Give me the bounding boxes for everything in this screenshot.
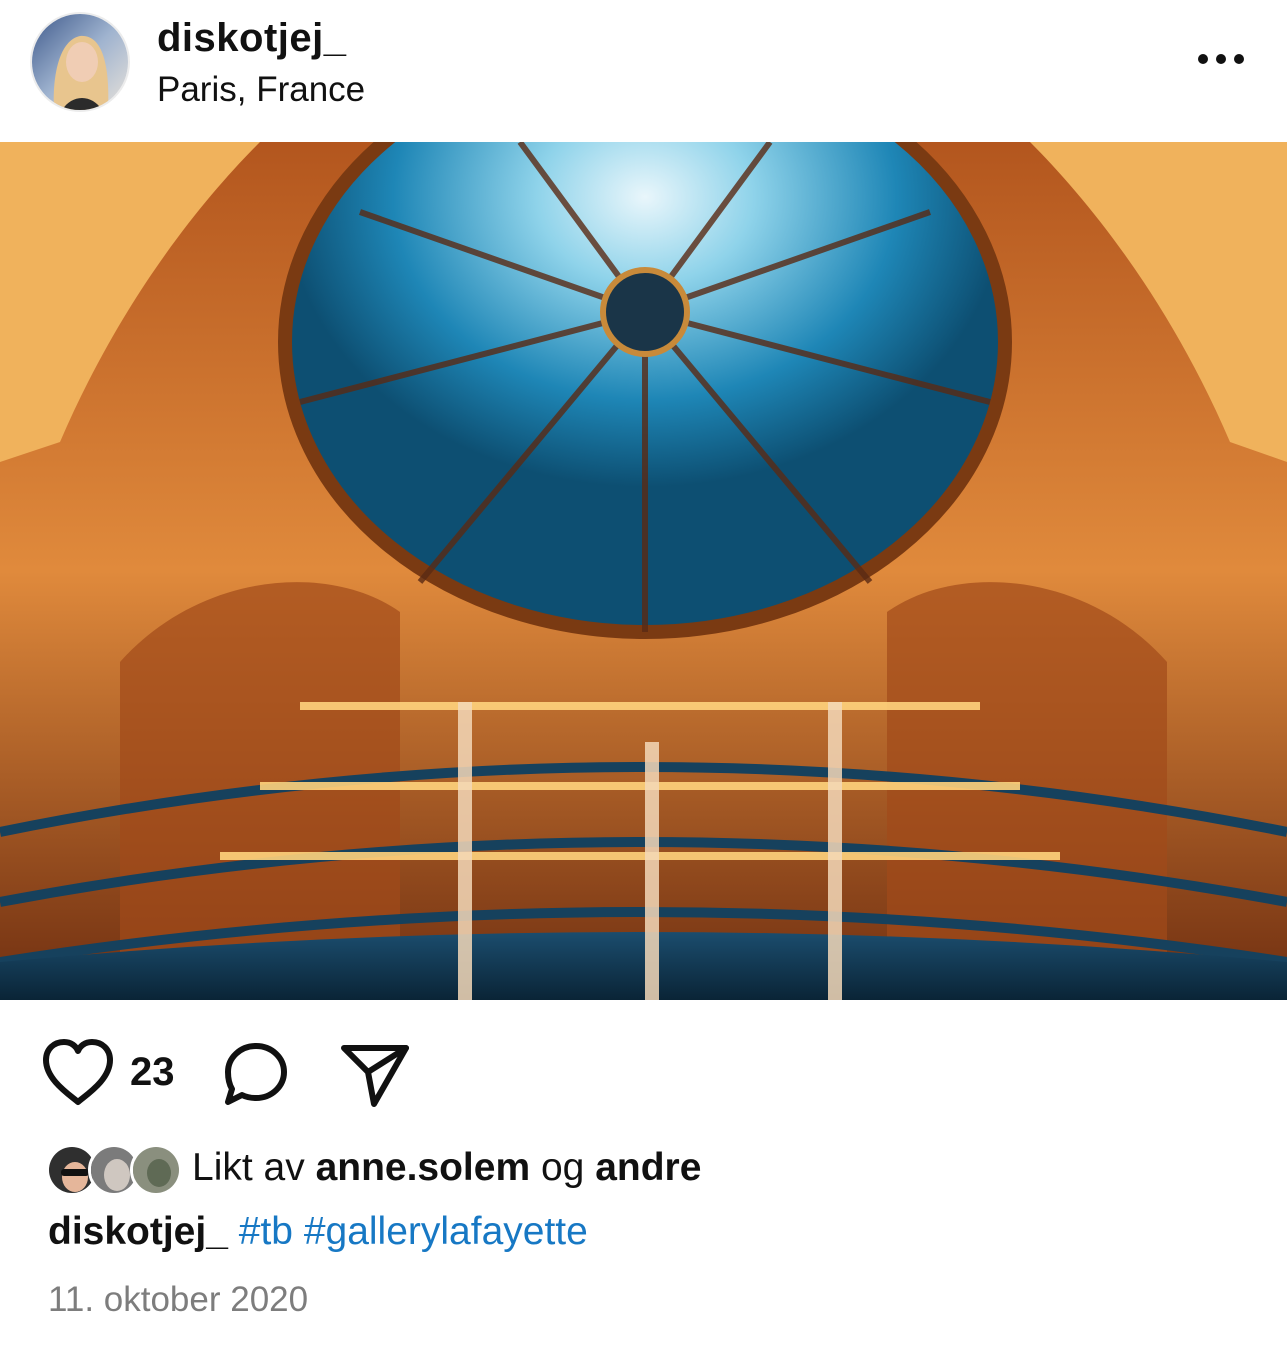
- post-photo[interactable]: [0, 142, 1287, 1000]
- post-location[interactable]: Paris, France: [157, 70, 365, 110]
- post-date: 11. oktober 2020: [48, 1280, 309, 1319]
- post-actions: 23: [0, 1000, 1287, 1140]
- liked-by-user[interactable]: anne.solem: [316, 1146, 531, 1189]
- like-count[interactable]: 23: [130, 1050, 175, 1095]
- liked-by-prefix: Likt av: [192, 1146, 305, 1189]
- liked-by-row: Likt av anne.solem og andre: [46, 1140, 1246, 1200]
- paper-plane-icon[interactable]: [338, 1040, 412, 1108]
- liked-by-joiner: og: [540, 1146, 585, 1189]
- post-username[interactable]: diskotjej_: [157, 16, 347, 61]
- caption-username[interactable]: diskotjej_: [48, 1210, 228, 1253]
- hashtag-link[interactable]: #tb: [239, 1210, 293, 1253]
- liker-avatar[interactable]: [130, 1144, 182, 1196]
- more-options-icon[interactable]: [1191, 44, 1251, 74]
- liked-by-text: Likt av anne.solem og andre: [192, 1146, 701, 1190]
- comment-bubble-icon[interactable]: [220, 1040, 292, 1108]
- profile-avatar[interactable]: [32, 14, 128, 110]
- post-caption: diskotjej_ #tb #gallerylafayette: [48, 1210, 588, 1254]
- hashtag-link[interactable]: #gallerylafayette: [304, 1210, 588, 1253]
- heart-icon[interactable]: [40, 1038, 116, 1108]
- post-header: diskotjej_ Paris, France: [0, 0, 1287, 142]
- liked-by-others[interactable]: andre: [595, 1146, 701, 1189]
